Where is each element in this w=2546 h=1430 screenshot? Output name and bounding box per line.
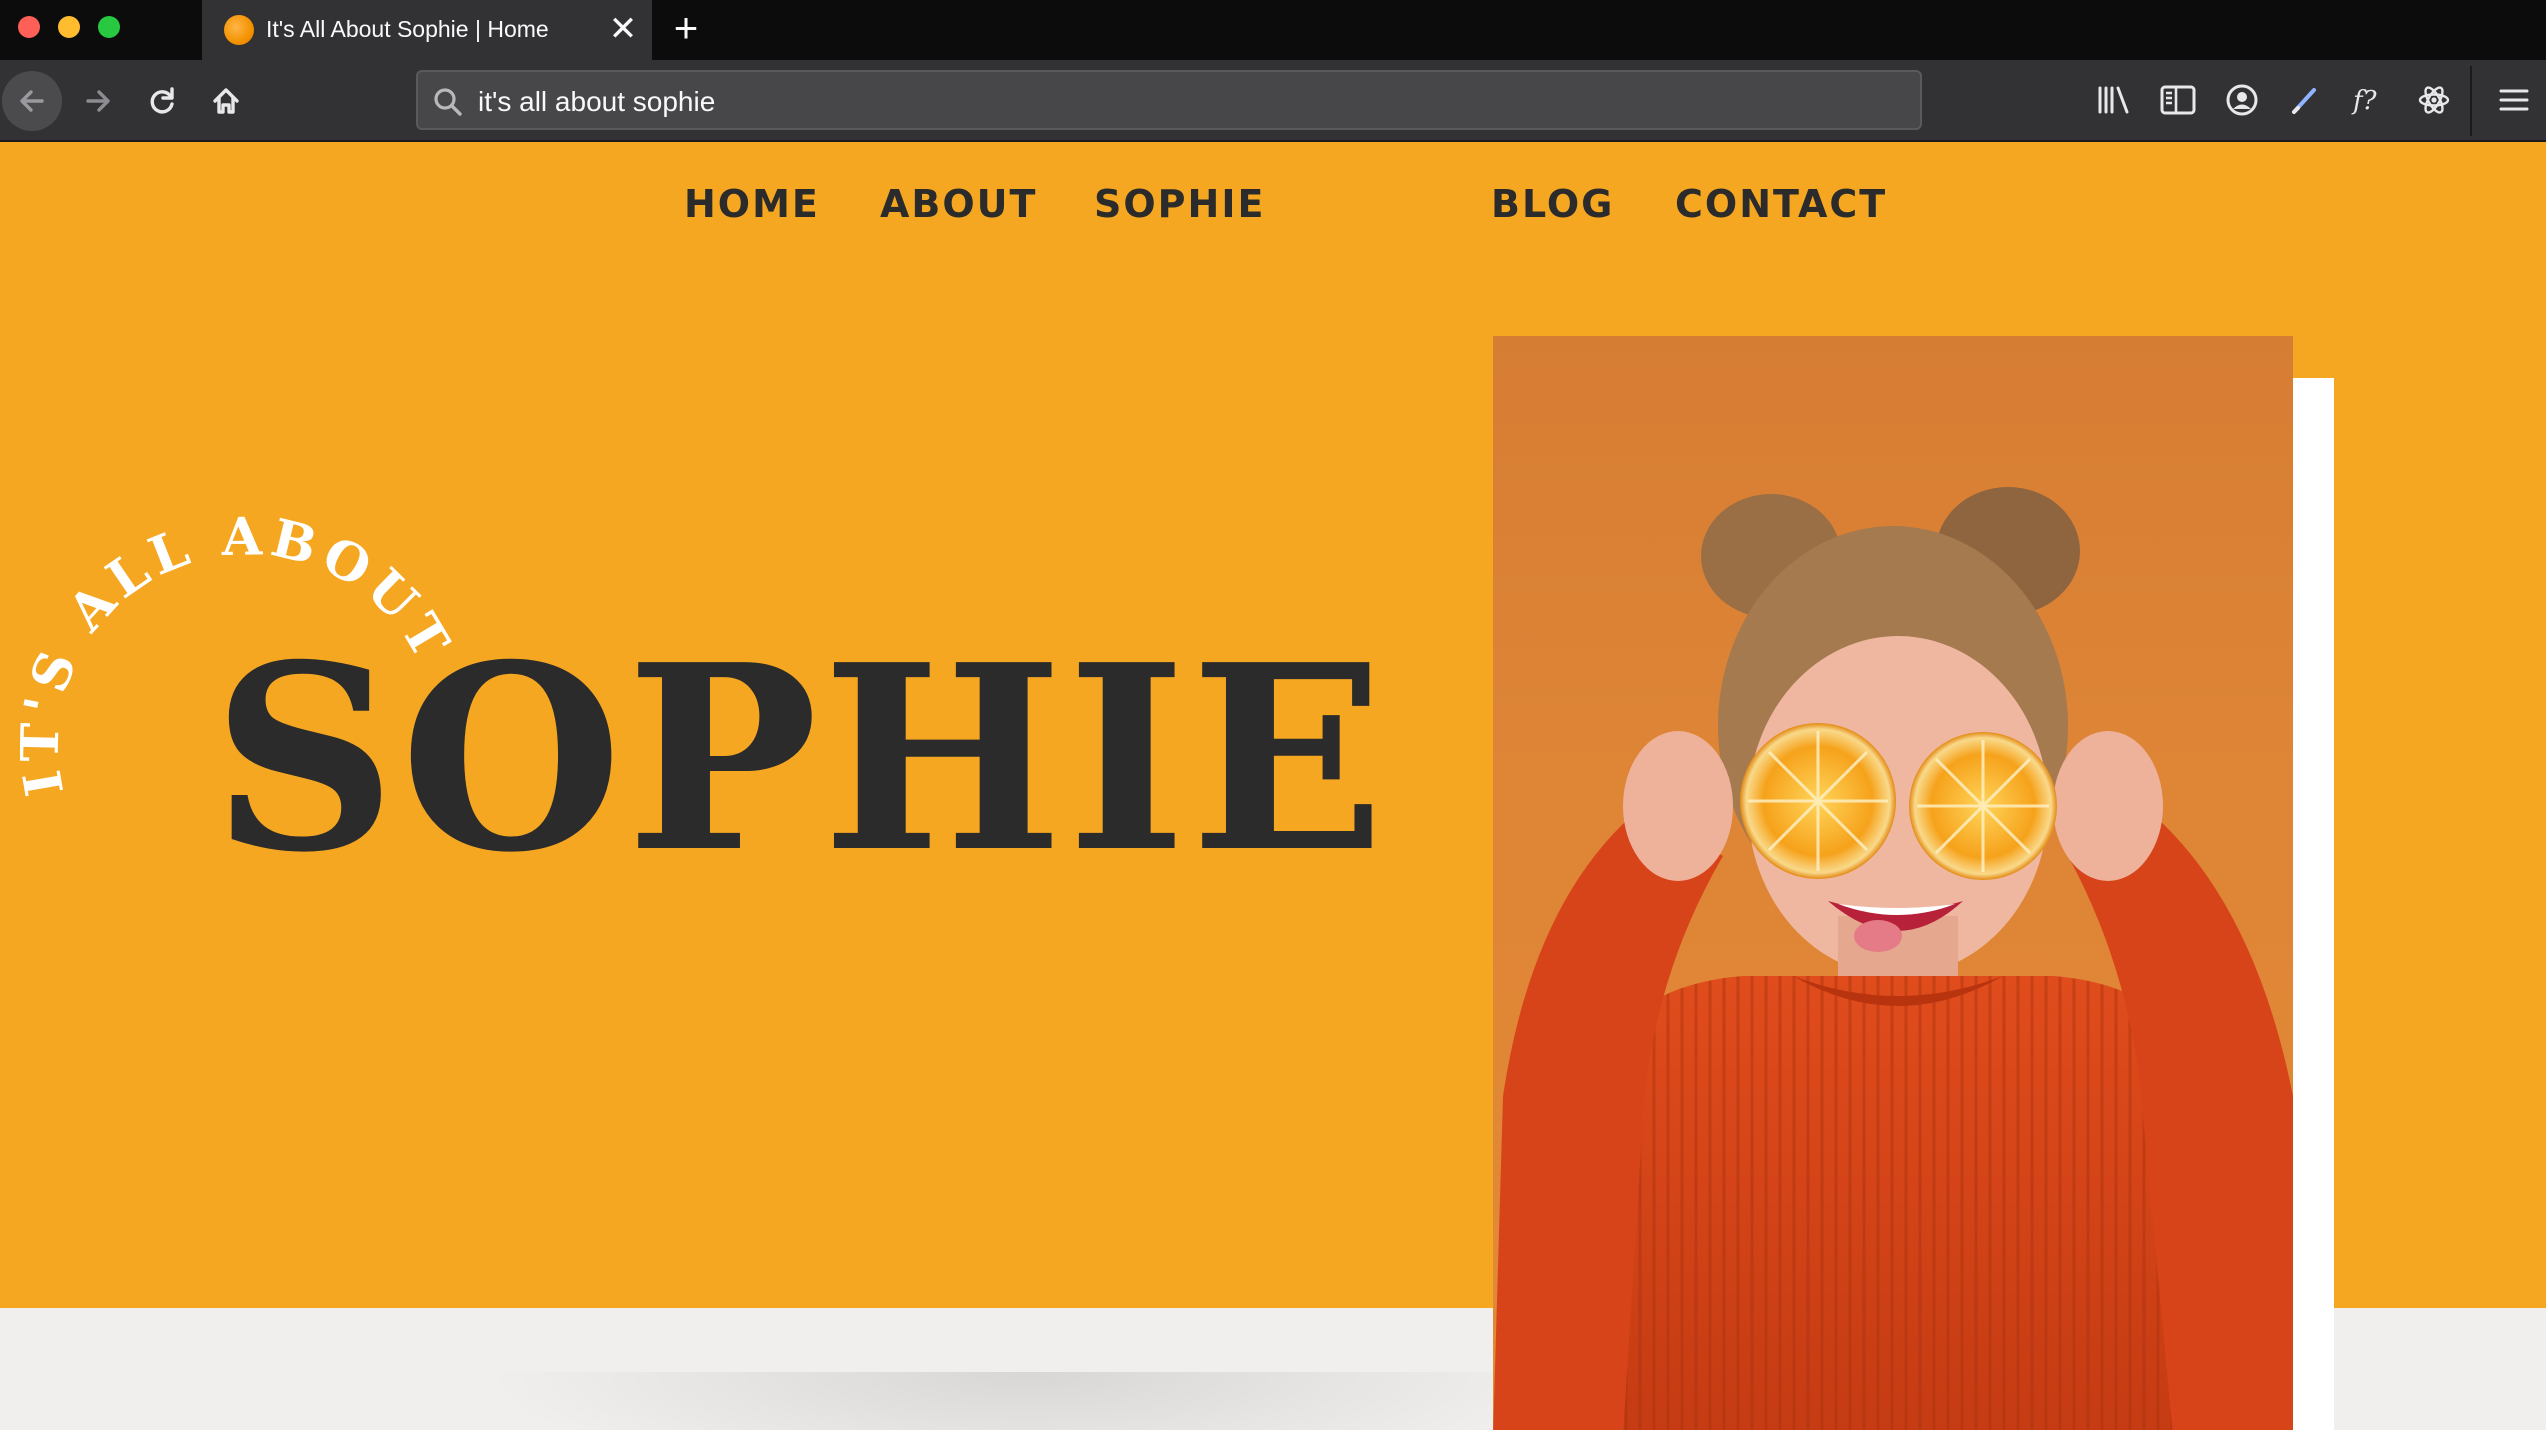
toolbar-divider (2470, 66, 2472, 136)
back-button[interactable] (2, 71, 62, 131)
tab-close-icon[interactable]: ✕ (606, 12, 640, 46)
nav-link-about[interactable]: ABOUT (880, 182, 1037, 226)
account-icon[interactable] (2220, 78, 2264, 122)
nav-link-contact[interactable]: CONTACT (1675, 182, 1887, 226)
hero-title: SOPHIE (212, 610, 1389, 909)
address-bar-text[interactable]: it's all about sophie (478, 86, 715, 118)
svg-text:f?: f? (2351, 86, 2378, 116)
arrow-left-icon (20, 90, 44, 112)
browser-tab-strip: It's All About Sophie | Home ✕ + (0, 0, 2546, 60)
portrait-illustration (1493, 487, 2293, 1430)
home-icon (213, 88, 239, 114)
minimize-window-button[interactable] (58, 16, 80, 38)
address-bar[interactable]: it's all about sophie (416, 70, 1922, 130)
browser-toolbar: it's all about sophie f? (0, 60, 2546, 142)
close-window-button[interactable] (18, 16, 40, 38)
reload-icon (150, 87, 174, 114)
hero-photo (1493, 336, 2293, 1430)
pen-icon[interactable] (2284, 78, 2328, 122)
arrow-right-icon (86, 90, 110, 112)
card-shadow (480, 1372, 1580, 1430)
browser-tab-active[interactable]: It's All About Sophie | Home ✕ (202, 0, 652, 60)
home-button[interactable] (196, 71, 256, 131)
site-logo[interactable]: SOPHIE (1094, 182, 1265, 226)
reload-button[interactable] (132, 71, 192, 131)
orange-favicon-icon (224, 15, 254, 45)
search-icon (434, 88, 462, 116)
new-tab-button[interactable]: + (666, 7, 706, 49)
tab-title: It's All About Sophie | Home (266, 16, 549, 42)
font-finder-icon[interactable]: f? (2348, 78, 2392, 122)
forward-button[interactable] (68, 71, 128, 131)
library-icon[interactable] (2092, 78, 2136, 122)
nav-link-home[interactable]: HOME (684, 182, 820, 226)
nav-link-blog[interactable]: BLOG (1491, 182, 1614, 226)
web-page: HOME ABOUT SOPHIE BLOG CONTACT IT'S ALL … (0, 142, 2546, 1430)
sidebar-icon[interactable] (2156, 78, 2200, 122)
react-devtools-icon[interactable] (2412, 78, 2456, 122)
maximize-window-button[interactable] (98, 16, 120, 38)
menu-icon[interactable] (2492, 78, 2536, 122)
